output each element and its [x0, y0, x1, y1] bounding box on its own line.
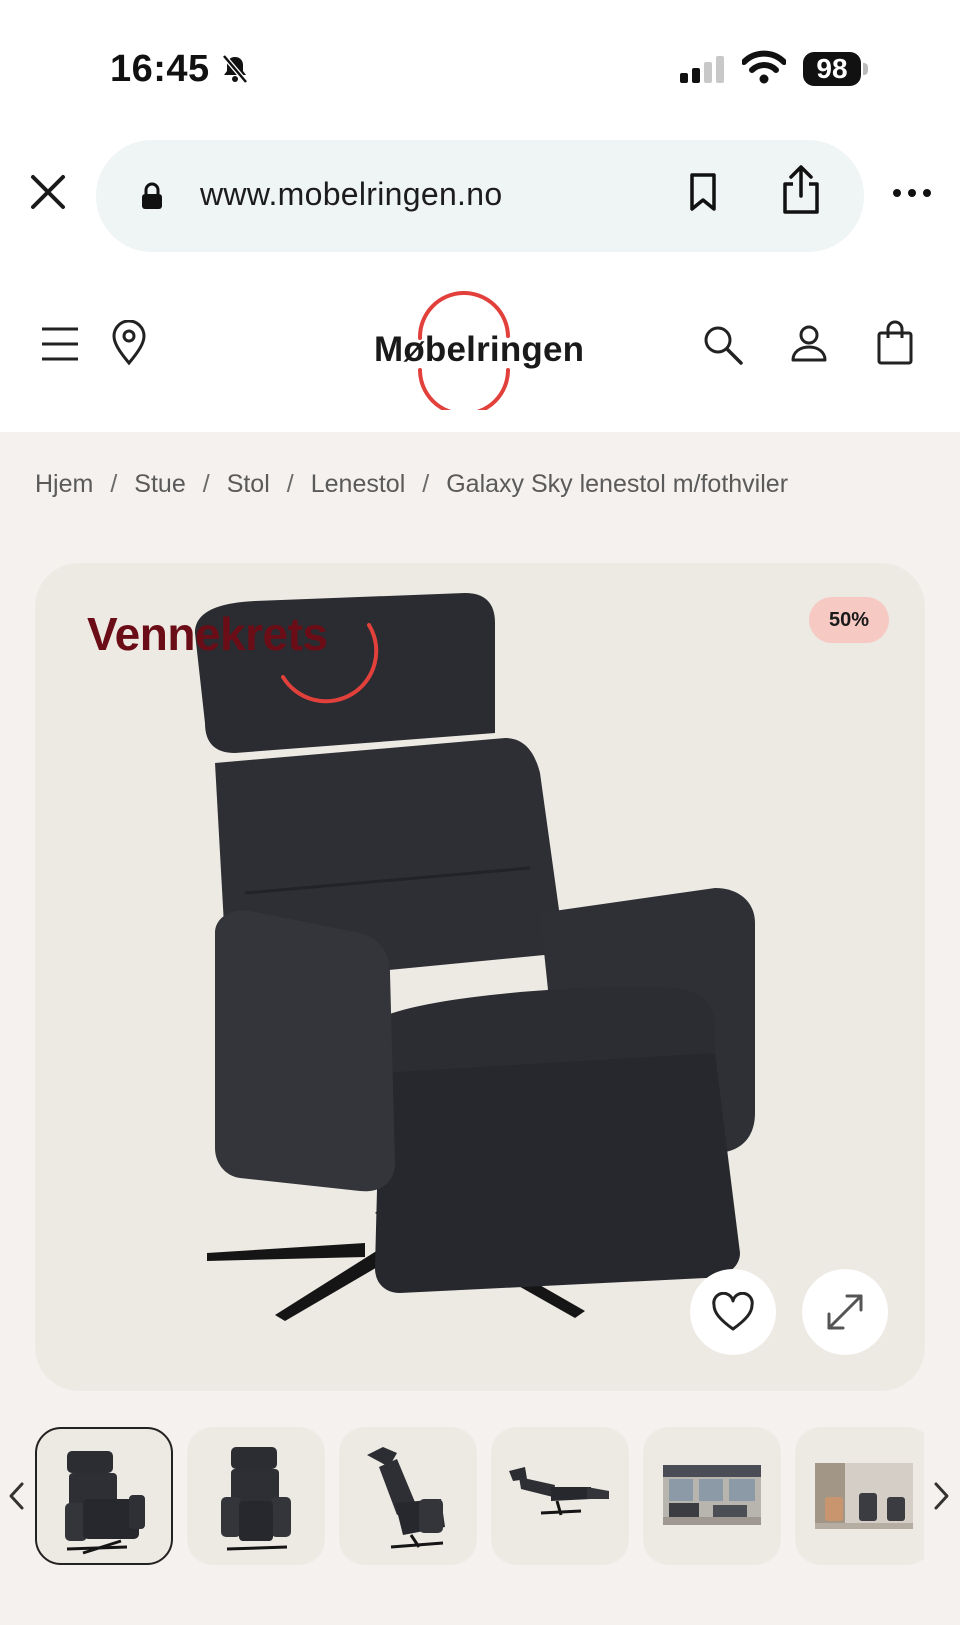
expand-icon	[827, 1294, 863, 1330]
breadcrumb-item-stue[interactable]: Stue	[134, 470, 185, 498]
battery-level: 98	[803, 52, 861, 86]
breadcrumb-separator: /	[202, 470, 210, 498]
url-text[interactable]: www.mobelringen.no	[200, 176, 502, 213]
chevron-left-icon[interactable]	[6, 1480, 28, 1517]
logo-text: Møbelringen	[374, 330, 585, 369]
heart-icon	[712, 1292, 754, 1331]
shopping-bag-icon[interactable]	[876, 320, 914, 371]
thumbnail-room-photo[interactable]	[795, 1427, 924, 1565]
status-bar: 16:45 98	[0, 0, 960, 130]
wifi-icon	[741, 50, 787, 89]
thumbnail-chair-front[interactable]	[35, 1427, 173, 1565]
breadcrumb-item-lenestol[interactable]: Lenestol	[311, 470, 406, 498]
thumbnail-chair-reclined[interactable]	[491, 1427, 629, 1565]
thumbnail-track	[35, 1425, 924, 1565]
site-header: Møbelringen	[0, 270, 960, 432]
account-icon[interactable]	[790, 324, 828, 369]
add-to-wishlist-button[interactable]	[690, 1269, 776, 1355]
site-logo[interactable]: Møbelringen	[368, 290, 588, 410]
breadcrumb: Hjem / Stue / Stol / Lenestol / Galaxy Sky lenes…	[35, 470, 788, 499]
thumbnail-chair-side-front[interactable]	[187, 1427, 325, 1565]
thumbnail-chair-side[interactable]	[339, 1427, 477, 1565]
breadcrumb-item-stol[interactable]: Stol	[227, 470, 270, 498]
breadcrumb-separator: /	[286, 470, 294, 498]
cellular-signal-icon	[680, 55, 730, 90]
search-icon[interactable]	[702, 324, 744, 371]
address-bar[interactable]: www.mobelringen.no	[96, 140, 864, 252]
lock-icon	[140, 182, 164, 215]
thumbnail-gallery	[0, 1425, 960, 1565]
close-icon[interactable]	[28, 172, 68, 212]
location-pin-icon[interactable]	[110, 319, 148, 371]
expand-image-button[interactable]	[802, 1269, 888, 1355]
battery-indicator: 98	[803, 52, 869, 88]
battery-cap	[863, 63, 868, 75]
bookmark-icon[interactable]	[688, 172, 718, 217]
chevron-right-icon[interactable]	[930, 1480, 952, 1517]
share-icon[interactable]	[780, 164, 822, 221]
thumbnail-living-room-photo[interactable]	[643, 1427, 781, 1565]
discount-badge: 50%	[809, 597, 889, 643]
breadcrumb-separator: /	[422, 470, 430, 498]
product-image-card[interactable]: Vennekrets 50%	[35, 563, 925, 1391]
menu-icon[interactable]	[40, 326, 80, 367]
silent-bell-icon	[222, 54, 248, 89]
breadcrumb-item-current: Galaxy Sky lenestol m/fothviler	[446, 470, 789, 498]
browser-bar: www.mobelringen.no	[0, 130, 960, 270]
vennekrets-promo-label: Vennekrets	[87, 607, 397, 707]
more-icon[interactable]	[892, 186, 932, 204]
breadcrumb-separator: /	[110, 470, 118, 498]
breadcrumb-item-hjem[interactable]: Hjem	[35, 470, 93, 498]
status-time: 16:45	[110, 48, 210, 90]
